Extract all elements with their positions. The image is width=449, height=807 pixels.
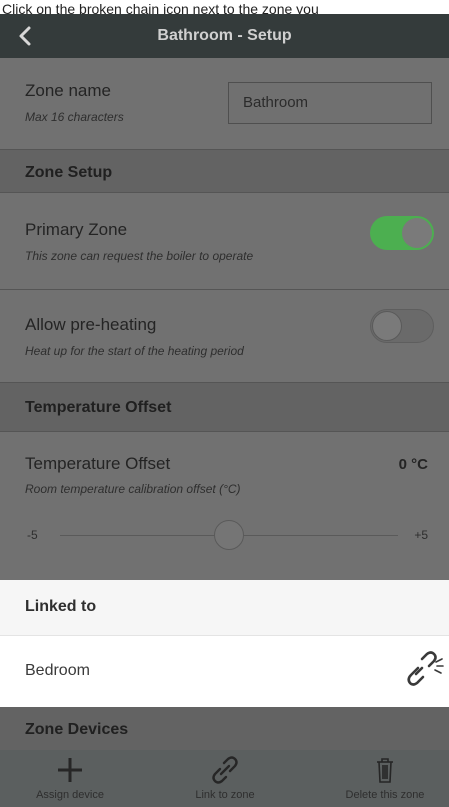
page-title: Bathroom - Setup xyxy=(157,27,292,44)
preheat-description: Heat up for the start of the heating per… xyxy=(25,344,244,358)
devices-header: Zone Devices xyxy=(0,707,449,750)
toggle-knob xyxy=(402,218,432,248)
broken-chain-icon xyxy=(407,651,444,686)
linked-header: Linked to xyxy=(0,580,449,635)
primary-zone-description: This zone can request the boiler to oper… xyxy=(25,249,254,263)
unlink-button[interactable] xyxy=(401,648,445,694)
zone-name-hint: Max 16 characters xyxy=(25,110,124,124)
preheat-label: Allow pre-heating xyxy=(25,315,157,334)
zone-name-field[interactable]: Bathroom xyxy=(228,82,432,124)
zone-setup-heading: Zone Setup xyxy=(25,164,113,181)
slider-max-label: +5 xyxy=(414,528,428,542)
temperature-label: Temperature Offset xyxy=(25,454,171,473)
temperature-row: Temperature Offset 0 °C Room temperature… xyxy=(0,432,449,580)
back-button[interactable] xyxy=(12,22,40,50)
preheat-row: Allow pre-heating Heat up for the start … xyxy=(0,290,449,382)
temperature-slider-thumb[interactable] xyxy=(214,520,244,550)
chain-link-icon xyxy=(212,756,238,784)
primary-zone-label: Primary Zone xyxy=(25,220,128,239)
link-to-zone-button[interactable]: Link to zone xyxy=(170,750,280,807)
primary-zone-toggle[interactable] xyxy=(370,216,434,250)
bottom-action-bar: Assign device Link to zone Delete this z… xyxy=(0,750,449,807)
top-bar: Bathroom - Setup xyxy=(0,14,449,58)
linked-heading: Linked to xyxy=(25,598,97,615)
temperature-heading: Temperature Offset xyxy=(25,399,172,416)
delete-zone-label: Delete this zone xyxy=(345,789,425,801)
devices-heading: Zone Devices xyxy=(25,721,129,738)
temperature-description: Room temperature calibration offset (°C) xyxy=(25,482,241,496)
chevron-left-icon xyxy=(19,26,31,46)
zone-setup-header: Zone Setup xyxy=(0,150,449,192)
preheat-toggle[interactable] xyxy=(370,309,434,343)
zone-name-label: Zone name xyxy=(25,81,111,100)
slider-min-label: -5 xyxy=(27,528,38,542)
assign-device-button[interactable]: Assign device xyxy=(20,750,120,807)
toggle-knob xyxy=(372,311,402,341)
temperature-header: Temperature Offset xyxy=(0,383,449,431)
delete-zone-button[interactable]: Delete this zone xyxy=(330,750,440,807)
trash-icon xyxy=(377,758,393,783)
assign-device-label: Assign device xyxy=(36,789,104,801)
linked-zone-row: Bedroom xyxy=(0,636,449,707)
linked-zone-name: Bedroom xyxy=(25,662,90,679)
primary-zone-row: Primary Zone This zone can request the b… xyxy=(0,193,449,289)
plus-icon xyxy=(58,758,82,782)
link-to-zone-label: Link to zone xyxy=(195,789,255,801)
temperature-value: 0 °C xyxy=(398,456,428,473)
